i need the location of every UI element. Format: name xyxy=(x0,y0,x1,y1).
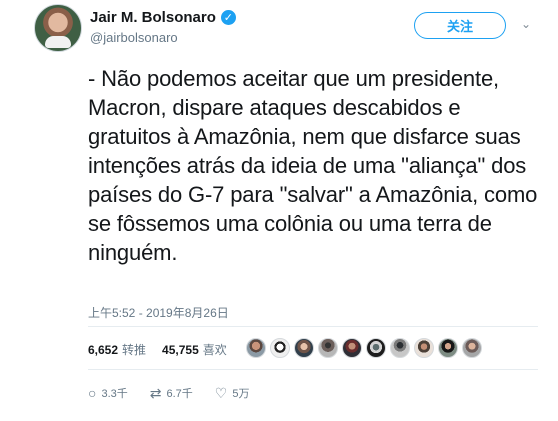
tweet-actions: ○ 3.3千 ⇄ 6.7千 ♡ 5万 xyxy=(88,385,271,401)
heart-icon: ♡ xyxy=(214,385,228,401)
retweet-icon: ⇄ xyxy=(149,385,162,401)
retweet-label[interactable]: 转推 xyxy=(122,341,146,358)
tweet-text: - Não podemos aceitar que um presidente,… xyxy=(88,66,538,265)
liker-avatar-6[interactable] xyxy=(366,338,386,358)
liker-avatar-5[interactable] xyxy=(342,338,362,358)
divider-top xyxy=(88,326,538,327)
author-handle[interactable]: @jairbolsonaro xyxy=(90,30,178,45)
reply-button[interactable]: ○ 3.3千 xyxy=(88,385,128,401)
like-label[interactable]: 喜欢 xyxy=(203,341,227,358)
like-button[interactable]: ♡ 5万 xyxy=(215,385,250,401)
liker-avatar-7[interactable] xyxy=(390,338,410,358)
like-action-count: 5万 xyxy=(232,388,250,400)
verified-icon: ✓ xyxy=(220,10,236,25)
follow-button[interactable]: 关注 xyxy=(414,12,506,39)
liker-avatar-2[interactable] xyxy=(270,338,290,358)
reply-count: 3.3千 xyxy=(101,388,128,400)
liker-avatar-4[interactable] xyxy=(318,338,338,358)
like-count[interactable]: 45,755 xyxy=(162,343,199,357)
liker-avatar-8[interactable] xyxy=(414,338,434,358)
liker-avatar-3[interactable] xyxy=(294,338,314,358)
tweet-timestamp[interactable]: 上午5:52 - 2019年8月26日 xyxy=(88,304,229,321)
liker-avatar-1[interactable] xyxy=(246,338,266,358)
divider-bottom xyxy=(88,369,538,370)
author-name[interactable]: Jair M. Bolsonaro xyxy=(90,9,216,26)
liker-avatar-9[interactable] xyxy=(438,338,458,358)
author-name-row: Jair M. Bolsonaro ✓ xyxy=(90,9,236,26)
author-avatar[interactable] xyxy=(34,4,82,52)
retweet-action-count: 6.7千 xyxy=(166,388,193,400)
reply-icon: ○ xyxy=(88,385,97,401)
retweet-count[interactable]: 6,652 xyxy=(88,343,118,357)
chevron-down-icon[interactable]: ⌄ xyxy=(521,17,531,31)
liker-avatars xyxy=(246,338,482,358)
engagement-stats: 6,652 转推 45,755 喜欢 xyxy=(88,341,227,358)
liker-avatar-10[interactable] xyxy=(462,338,482,358)
retweet-button[interactable]: ⇄ 6.7千 xyxy=(150,385,193,401)
